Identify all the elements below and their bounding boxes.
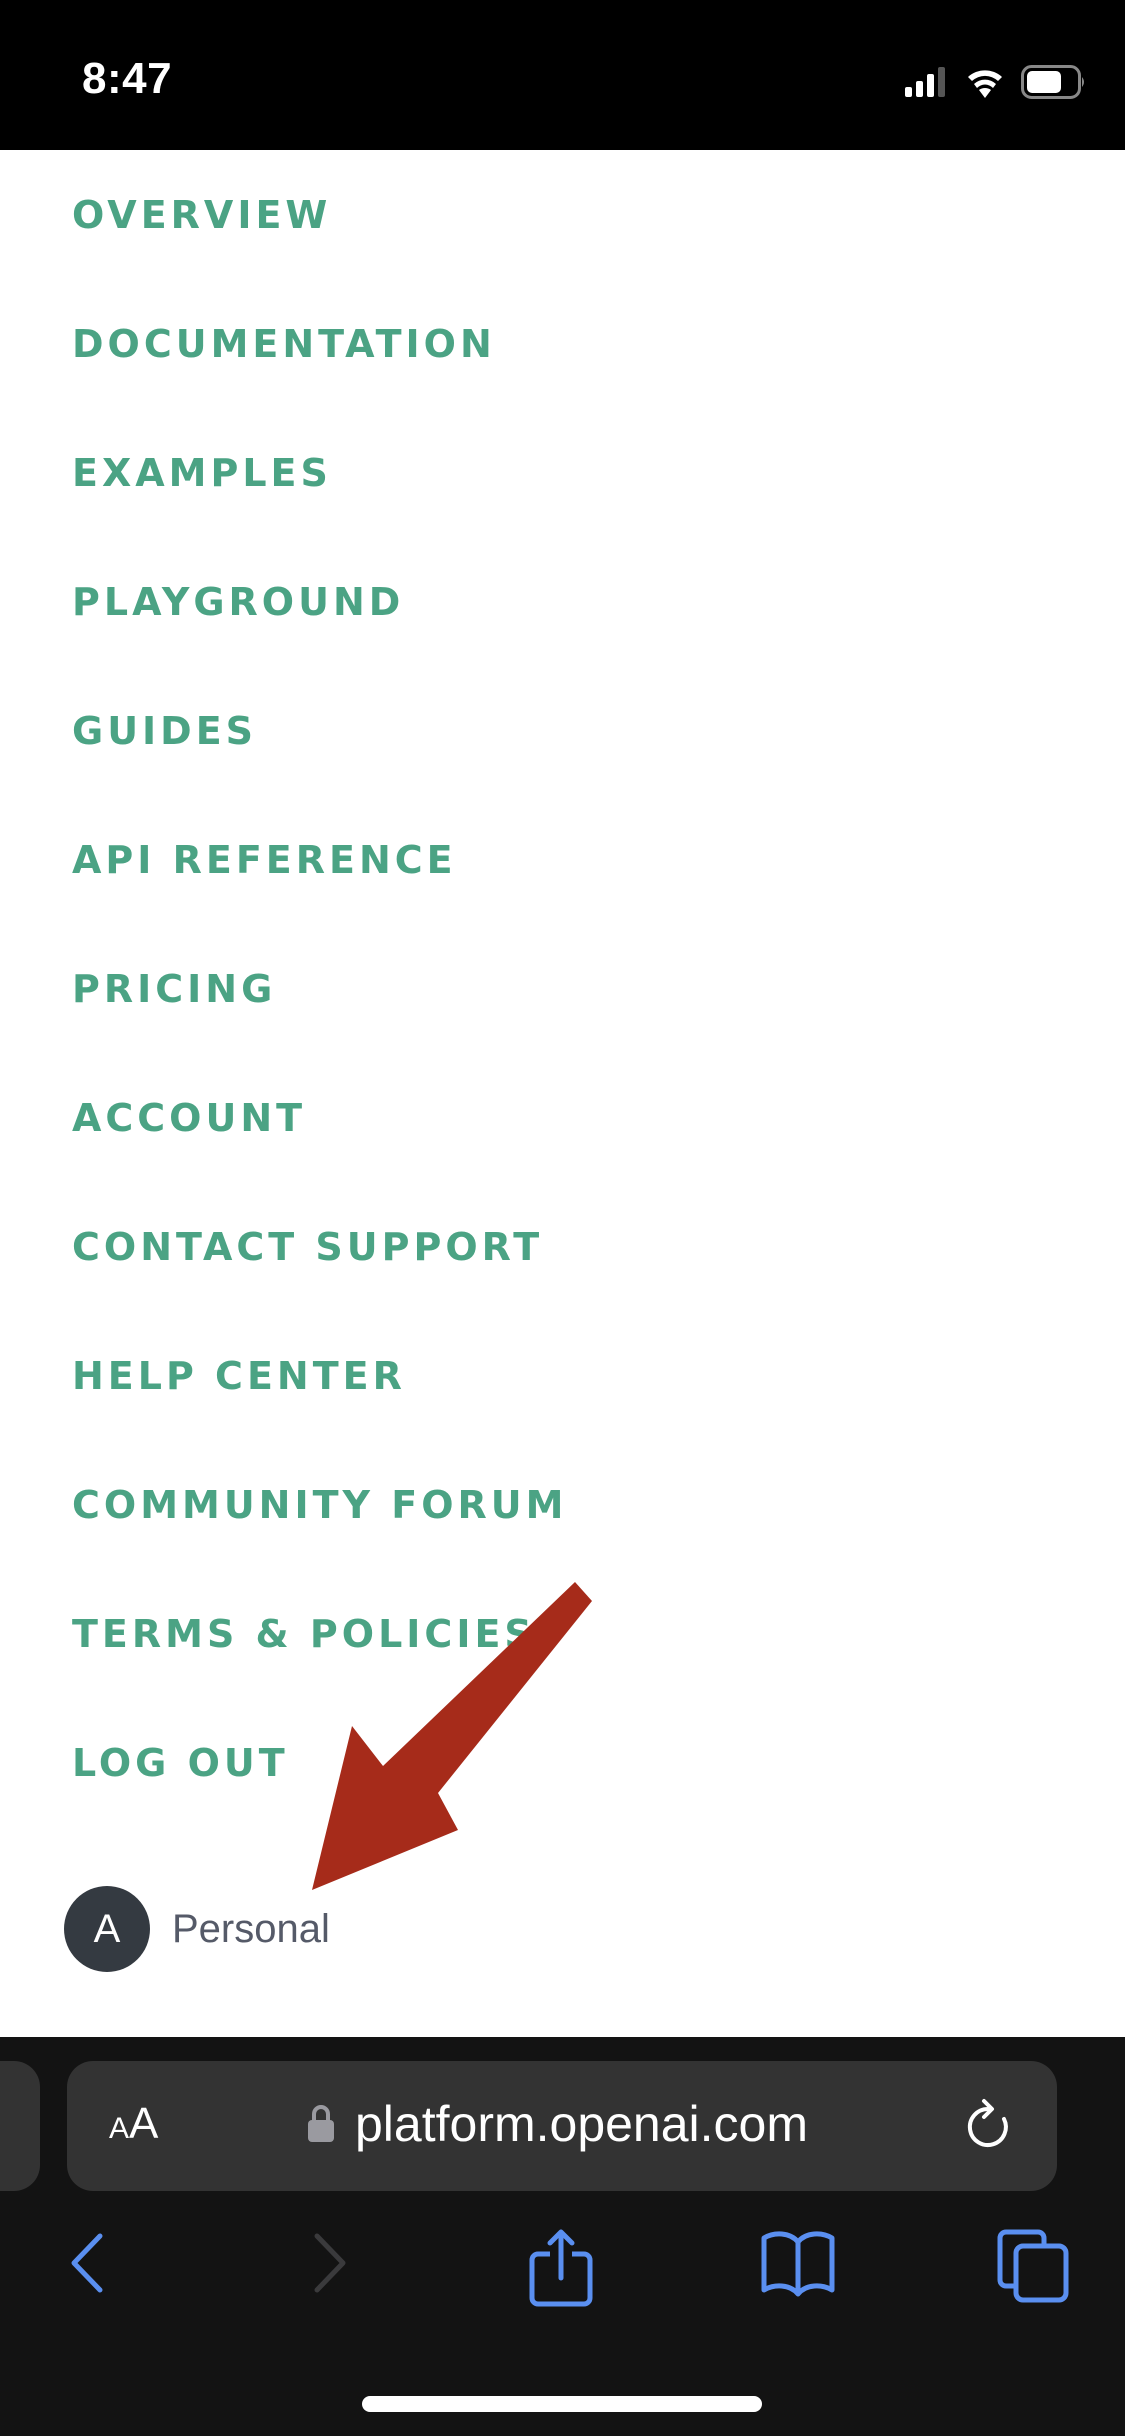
wifi-icon [968, 70, 1002, 98]
menu-item-community-forum[interactable]: COMMUNITY FORUM [72, 1486, 567, 1524]
menu-item-api-reference[interactable]: API REFERENCE [72, 841, 457, 879]
share-icon[interactable] [528, 2228, 594, 2308]
menu-item-terms-policies[interactable]: TERMS & POLICIES [72, 1615, 536, 1653]
menu-item-overview[interactable]: OVERVIEW [72, 196, 331, 234]
menu-item-playground[interactable]: PLAYGROUND [72, 583, 404, 621]
cellular-signal-icon [905, 67, 945, 97]
url-text[interactable]: platform.openai.com [355, 2095, 808, 2153]
back-icon[interactable] [62, 2228, 112, 2298]
bookmarks-icon[interactable] [760, 2228, 836, 2298]
menu-item-guides[interactable]: GUIDES [72, 712, 257, 750]
menu-item-pricing[interactable]: PRICING [72, 970, 276, 1008]
menu-item-contact-support[interactable]: CONTACT SUPPORT [72, 1228, 543, 1266]
menu-item-documentation[interactable]: DOCUMENTATION [72, 325, 496, 363]
forward-icon[interactable] [305, 2228, 355, 2298]
menu-item-log-out[interactable]: LOG OUT [72, 1744, 289, 1782]
home-indicator[interactable] [362, 2396, 762, 2412]
status-time: 8:47 [82, 54, 173, 103]
menu-item-account[interactable]: ACCOUNT [72, 1099, 306, 1137]
reload-icon[interactable] [962, 2097, 1014, 2153]
lock-icon [308, 2105, 334, 2142]
status-bar: 8:47 [0, 0, 1125, 150]
address-bar[interactable]: AA platform.openai.com [67, 2061, 1057, 2191]
menu-item-help-center[interactable]: HELP CENTER [72, 1357, 406, 1395]
menu-item-examples[interactable]: EXAMPLES [72, 454, 332, 492]
tabs-icon[interactable] [996, 2228, 1072, 2304]
previous-tab-peek[interactable] [0, 2061, 40, 2191]
text-size-button[interactable]: AA [109, 2099, 158, 2149]
battery-icon [1021, 65, 1084, 99]
avatar: A [64, 1886, 150, 1972]
account-label: Personal [172, 1906, 330, 1951]
status-icons [905, 62, 1087, 102]
account-switcher[interactable]: A Personal [64, 1886, 330, 1972]
